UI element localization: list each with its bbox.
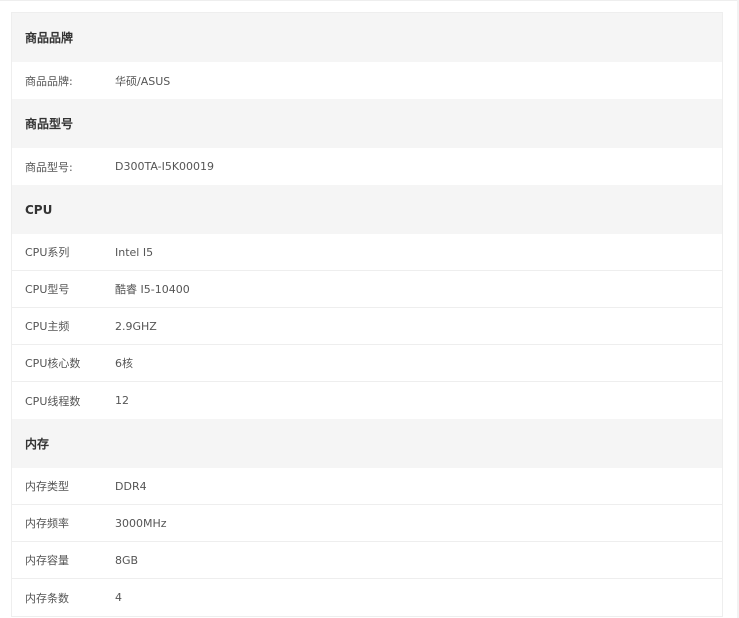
- spec-label: 内存类型: [25, 480, 69, 493]
- spec-value: 6核: [115, 357, 133, 370]
- spec-label: 商品型号:: [25, 160, 73, 174]
- section-header-brand: 商品品牌: [12, 13, 722, 62]
- spec-value: 2.9GHZ: [115, 319, 157, 333]
- spec-table: 商品品牌 商品品牌: 华硕/ASUS 商品型号 商品型号: D300TA-I5K…: [11, 12, 723, 617]
- spec-row-cpu-frequency: CPU主频 2.9GHZ: [12, 308, 722, 345]
- spec-row-brand: 商品品牌: 华硕/ASUS: [12, 62, 722, 99]
- spec-row-memory-sticks: 内存条数 4: [12, 579, 722, 616]
- spec-row-memory-type: 内存类型 DDR4: [12, 468, 722, 505]
- spec-row-memory-frequency: 内存频率 3000MHz: [12, 505, 722, 542]
- spec-label: 商品品牌:: [25, 74, 73, 88]
- spec-value: 8GB: [115, 553, 139, 567]
- section-header-cpu: CPU: [12, 185, 722, 234]
- spec-label: 内存条数: [25, 591, 69, 605]
- spec-value: DDR4: [115, 479, 147, 493]
- spec-value: 12: [115, 394, 129, 407]
- spec-label: CPU系列: [25, 246, 70, 259]
- spec-label: CPU主频: [25, 320, 70, 333]
- spec-row-model: 商品型号: D300TA-I5K00019: [12, 148, 722, 185]
- spec-label: 内存频率: [25, 517, 69, 530]
- spec-row-cpu-model: CPU型号 酷睿 I5-10400: [12, 271, 722, 308]
- spec-value: D300TA-I5K00019: [115, 160, 215, 173]
- section-header-memory: 内存: [12, 419, 722, 468]
- spec-label: CPU线程数: [25, 394, 81, 408]
- spec-row-cpu-cores: CPU核心数 6核: [12, 345, 722, 382]
- section-header-model: 商品型号: [12, 99, 722, 148]
- spec-label: CPU核心数: [25, 357, 81, 370]
- spec-label: CPU型号: [25, 283, 70, 296]
- spec-value: 3000MHz: [115, 516, 167, 530]
- spec-row-cpu-threads: CPU线程数 12: [12, 382, 722, 419]
- spec-value: 酷睿 I5-10400: [115, 283, 190, 296]
- spec-row-cpu-series: CPU系列 Intel I5: [12, 234, 722, 271]
- top-divider: [0, 0, 739, 1]
- spec-label: 内存容量: [25, 554, 69, 567]
- spec-value: 华硕/ASUS: [115, 74, 171, 88]
- spec-value: Intel I5: [115, 245, 154, 259]
- spec-value: 4: [115, 591, 122, 604]
- spec-row-memory-capacity: 内存容量 8GB: [12, 542, 722, 579]
